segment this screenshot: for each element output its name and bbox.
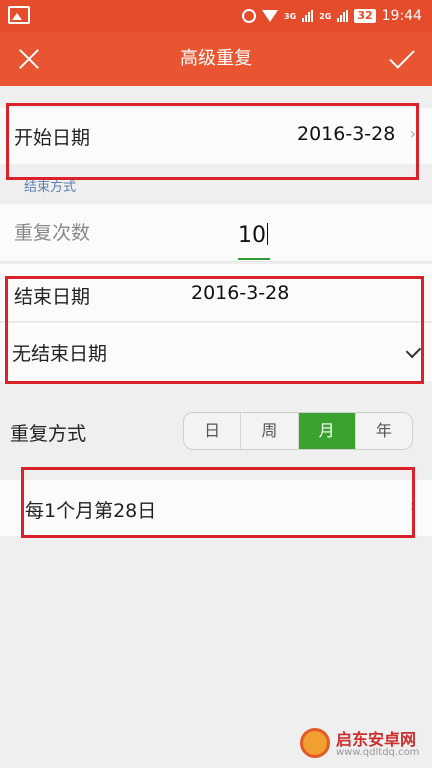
signal-icon — [337, 10, 349, 22]
repeat-summary-row[interactable]: 每1个月第28日 › — [0, 480, 432, 536]
repeat-count-row[interactable]: 重复次数 — [0, 204, 432, 262]
repeat-mode-year[interactable]: 年 — [356, 413, 412, 449]
gallery-icon — [8, 6, 30, 24]
no-end-date-label: 无结束日期 — [12, 343, 108, 365]
network-type-1: 3G — [284, 11, 297, 21]
chevron-right-icon: › — [409, 124, 416, 143]
start-date-label: 开始日期 — [14, 127, 91, 149]
end-mode-heading: 结束方式 — [24, 180, 77, 195]
end-date-label: 结束日期 — [14, 286, 91, 308]
watermark-logo-icon — [300, 728, 330, 758]
repeat-count-label: 重复次数 — [14, 222, 91, 244]
alarm-icon — [242, 9, 257, 23]
page-title: 高级重复 — [180, 48, 252, 69]
end-date-value: 2016-3-28 — [191, 282, 290, 304]
watermark: 启东安卓网 www.qdltdq.com — [300, 726, 428, 766]
repeat-mode-day[interactable]: 日 — [184, 413, 242, 449]
battery-level: 32 — [354, 9, 376, 23]
repeat-mode-week[interactable]: 周 — [241, 413, 299, 449]
end-date-row[interactable]: 结束日期 2016-3-28 — [0, 264, 432, 322]
repeat-mode-selector: 日 周 月 年 — [183, 412, 413, 450]
check-icon — [389, 43, 415, 69]
no-end-date-row[interactable]: 无结束日期 — [0, 323, 432, 381]
repeat-count-input[interactable]: 10 — [238, 220, 270, 260]
network-type-2: 2G — [319, 11, 332, 21]
app-bar: 高级重复 — [0, 32, 432, 86]
chevron-right-icon: › — [409, 496, 416, 515]
repeat-mode-label: 重复方式 — [10, 423, 87, 445]
start-date-row[interactable]: 开始日期 2016-3-28 › — [0, 108, 432, 164]
start-date-value: 2016-3-28 — [297, 123, 396, 145]
status-bar: 3G 2G 32 19:44 — [0, 0, 432, 32]
signal-icon — [302, 10, 314, 22]
status-icons: 3G 2G 32 19:44 — [242, 5, 422, 27]
status-time: 19:44 — [381, 8, 422, 24]
repeat-mode-month[interactable]: 月 — [298, 413, 356, 449]
confirm-button[interactable] — [384, 42, 418, 74]
wifi-icon — [262, 10, 279, 22]
watermark-url: www.qdltdq.com — [336, 747, 420, 758]
repeat-summary-text: 每1个月第28日 — [25, 500, 157, 522]
